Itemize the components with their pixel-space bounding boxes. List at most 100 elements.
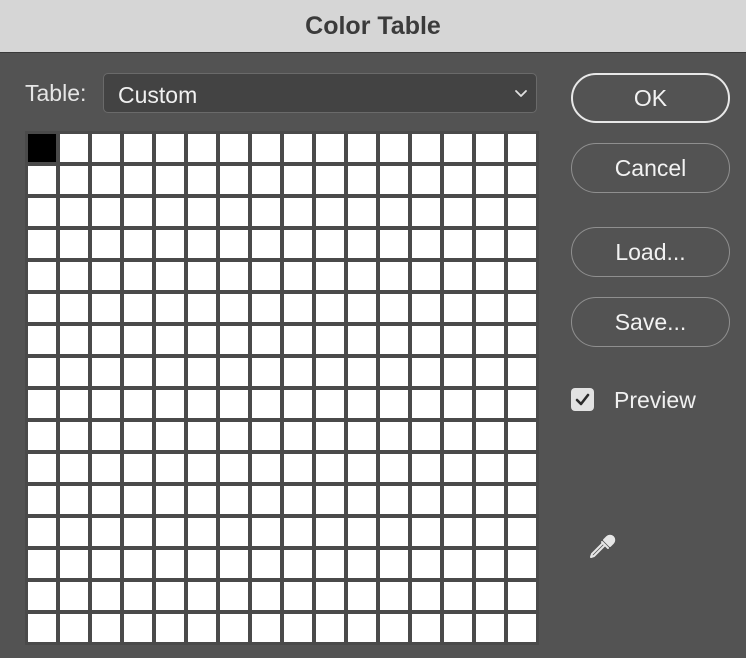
color-swatch[interactable] (28, 198, 56, 226)
color-swatch[interactable] (316, 326, 344, 354)
color-swatch[interactable] (124, 390, 152, 418)
color-swatch[interactable] (508, 582, 536, 610)
color-swatch[interactable] (124, 518, 152, 546)
color-swatch[interactable] (316, 358, 344, 386)
color-swatch[interactable] (284, 486, 312, 514)
color-swatch[interactable] (348, 294, 376, 322)
color-swatch[interactable] (508, 486, 536, 514)
color-swatch[interactable] (284, 198, 312, 226)
color-swatch[interactable] (380, 518, 408, 546)
color-swatch[interactable] (412, 166, 440, 194)
color-swatch[interactable] (156, 134, 184, 162)
color-swatch[interactable] (28, 550, 56, 578)
color-swatch[interactable] (476, 262, 504, 290)
color-swatch[interactable] (60, 358, 88, 386)
color-swatch[interactable] (284, 454, 312, 482)
color-swatch[interactable] (92, 454, 120, 482)
color-swatch[interactable] (444, 358, 472, 386)
color-swatch[interactable] (156, 326, 184, 354)
color-swatch[interactable] (60, 454, 88, 482)
color-swatch[interactable] (444, 518, 472, 546)
color-swatch[interactable] (220, 422, 248, 450)
color-swatch[interactable] (252, 390, 280, 418)
color-swatch[interactable] (476, 326, 504, 354)
color-swatch[interactable] (220, 134, 248, 162)
color-swatch[interactable] (252, 326, 280, 354)
color-swatch[interactable] (316, 134, 344, 162)
color-swatch[interactable] (188, 486, 216, 514)
color-swatch[interactable] (28, 518, 56, 546)
color-swatch[interactable] (60, 230, 88, 258)
color-swatch[interactable] (28, 422, 56, 450)
color-swatch[interactable] (124, 166, 152, 194)
color-swatch[interactable] (92, 134, 120, 162)
color-swatch[interactable] (444, 198, 472, 226)
color-swatch[interactable] (188, 262, 216, 290)
color-swatch[interactable] (348, 358, 376, 386)
color-swatch[interactable] (124, 550, 152, 578)
color-swatch[interactable] (284, 166, 312, 194)
color-swatch[interactable] (444, 230, 472, 258)
color-swatch[interactable] (508, 198, 536, 226)
color-swatch[interactable] (316, 294, 344, 322)
color-swatch[interactable] (476, 422, 504, 450)
color-swatch[interactable] (444, 390, 472, 418)
color-swatch[interactable] (252, 166, 280, 194)
color-swatch[interactable] (284, 390, 312, 418)
color-swatch[interactable] (284, 550, 312, 578)
color-swatch[interactable] (476, 390, 504, 418)
color-swatch[interactable] (220, 390, 248, 418)
color-swatch[interactable] (28, 230, 56, 258)
color-swatch[interactable] (124, 454, 152, 482)
color-swatch[interactable] (28, 326, 56, 354)
color-swatch[interactable] (476, 550, 504, 578)
cancel-button[interactable]: Cancel (571, 143, 730, 193)
color-swatch[interactable] (444, 326, 472, 354)
color-swatch[interactable] (156, 582, 184, 610)
color-swatch[interactable] (316, 614, 344, 642)
color-swatch[interactable] (316, 422, 344, 450)
color-swatch[interactable] (380, 550, 408, 578)
eyedropper-icon[interactable] (585, 531, 619, 565)
color-swatch[interactable] (348, 422, 376, 450)
color-swatch[interactable] (156, 422, 184, 450)
color-swatch[interactable] (380, 134, 408, 162)
color-swatch[interactable] (284, 230, 312, 258)
color-swatch[interactable] (316, 454, 344, 482)
color-swatch[interactable] (444, 294, 472, 322)
color-swatch-grid[interactable] (25, 131, 539, 645)
color-swatch[interactable] (348, 262, 376, 290)
color-swatch[interactable] (380, 422, 408, 450)
color-swatch[interactable] (220, 198, 248, 226)
color-swatch[interactable] (188, 582, 216, 610)
color-swatch[interactable] (380, 262, 408, 290)
color-swatch[interactable] (476, 134, 504, 162)
color-swatch[interactable] (284, 326, 312, 354)
color-swatch[interactable] (348, 614, 376, 642)
color-swatch[interactable] (284, 262, 312, 290)
color-swatch[interactable] (188, 518, 216, 546)
color-swatch[interactable] (252, 358, 280, 386)
color-swatch[interactable] (412, 230, 440, 258)
color-swatch[interactable] (92, 550, 120, 578)
color-swatch[interactable] (284, 518, 312, 546)
color-swatch[interactable] (252, 422, 280, 450)
color-swatch[interactable] (380, 326, 408, 354)
color-swatch[interactable] (60, 166, 88, 194)
color-swatch[interactable] (220, 486, 248, 514)
color-swatch[interactable] (60, 390, 88, 418)
color-swatch[interactable] (252, 230, 280, 258)
color-swatch[interactable] (188, 198, 216, 226)
color-swatch[interactable] (92, 166, 120, 194)
color-swatch[interactable] (188, 454, 216, 482)
color-swatch[interactable] (284, 422, 312, 450)
color-swatch[interactable] (156, 550, 184, 578)
color-swatch[interactable] (444, 550, 472, 578)
color-swatch[interactable] (60, 582, 88, 610)
color-swatch[interactable] (284, 358, 312, 386)
color-swatch[interactable] (92, 262, 120, 290)
color-swatch[interactable] (316, 166, 344, 194)
color-swatch[interactable] (476, 166, 504, 194)
color-swatch[interactable] (220, 582, 248, 610)
ok-button[interactable]: OK (571, 73, 730, 123)
